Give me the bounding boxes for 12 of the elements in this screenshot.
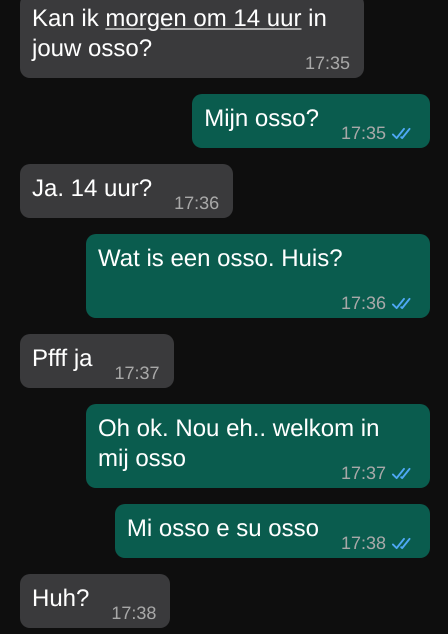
message-text: Ja. 14 uur?: [32, 175, 152, 202]
message-time: 17:38: [111, 602, 156, 624]
message-text: Huh?: [32, 585, 90, 612]
message-time: 17:38: [340, 532, 386, 554]
message-text: Pfff ja: [32, 345, 92, 372]
message-text: Wat is een osso. Huis?: [98, 245, 343, 272]
message-time: 17:35: [340, 122, 386, 144]
message-time: 17:36: [174, 192, 220, 214]
message-text: Mijn osso?: [204, 105, 319, 132]
message-time: 17:37: [114, 362, 160, 384]
message-text: Mi osso e su osso: [126, 515, 319, 542]
message-time: 17:36: [340, 292, 386, 314]
